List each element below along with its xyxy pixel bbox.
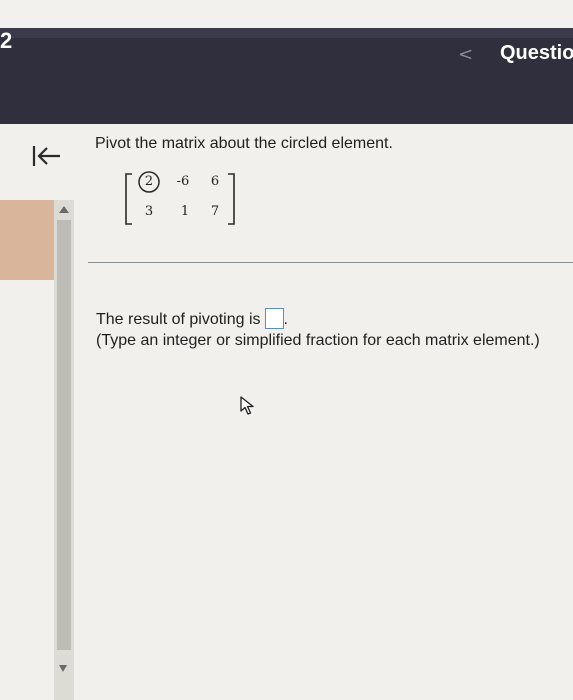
- content-area: [0, 124, 573, 700]
- matrix-cell-r1c2: -6: [176, 174, 190, 189]
- answer-input-box[interactable]: [264, 308, 284, 329]
- matrix-cell-r1c3: 6: [210, 174, 220, 189]
- side-panel: [0, 200, 54, 280]
- matrix-cell-r2c3: 7: [210, 204, 220, 219]
- screen-bezel: [0, 0, 573, 28]
- scroll-up-arrow-icon[interactable]: [59, 206, 69, 213]
- question-number: 2: [0, 28, 13, 53]
- result-line: The result of pivoting is.: [96, 308, 288, 329]
- scroll-down-arrow-icon[interactable]: [59, 665, 67, 672]
- answer-instruction: (Type an integer or simplified fraction …: [96, 332, 540, 349]
- section-divider: [88, 262, 573, 263]
- mouse-pointer-icon: [238, 395, 258, 422]
- collapse-left-icon[interactable]: [30, 142, 64, 170]
- header-bar: [0, 28, 573, 134]
- result-text: The result of pivoting is: [96, 311, 261, 328]
- scrollbar-thumb[interactable]: [57, 220, 71, 650]
- question-label: Questio: [500, 42, 573, 64]
- result-period: .: [283, 311, 288, 328]
- matrix-cell-r2c2: 1: [180, 204, 190, 219]
- matrix-cell-r2c1: 3: [144, 204, 154, 219]
- question-prompt: Pivot the matrix about the circled eleme…: [95, 135, 393, 152]
- matrix-cell-r1c1: 2: [144, 174, 154, 189]
- previous-question-chevron-icon[interactable]: <: [458, 44, 473, 65]
- matrix: 2 -6 6 3 1 7: [120, 166, 250, 232]
